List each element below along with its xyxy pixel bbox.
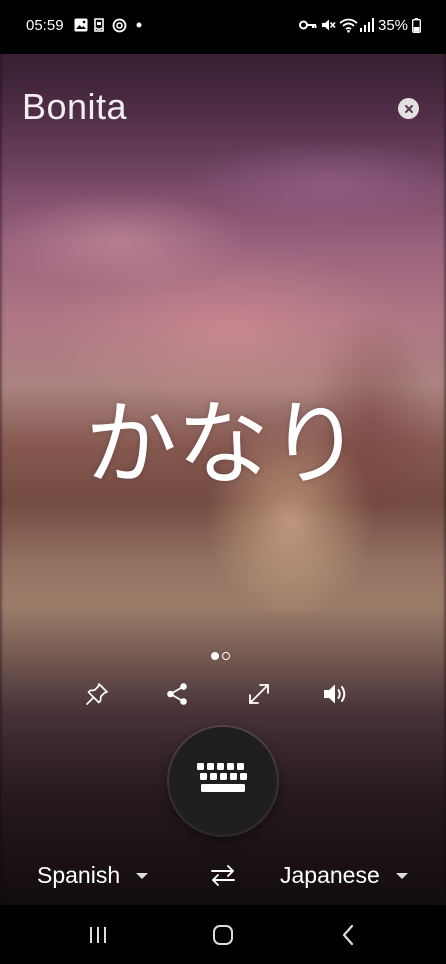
battery-icon (411, 17, 421, 33)
home-button[interactable] (203, 919, 243, 951)
screen: 05:59 35% Bonita かなり Spanish Japanese (0, 0, 446, 964)
keyboard-icon (197, 763, 247, 792)
status-time: 05:59 (26, 17, 64, 34)
recents-icon (90, 927, 106, 943)
source-language-select[interactable]: Spanish (37, 858, 149, 892)
close-icon (404, 104, 413, 113)
amazon-icon (91, 17, 107, 33)
share-button[interactable] (162, 679, 192, 709)
wifi-icon (338, 17, 358, 33)
sync-icon (111, 17, 127, 33)
chevron-down-icon (395, 873, 408, 879)
close-button[interactable] (398, 98, 419, 119)
target-language-label: Japanese (280, 861, 380, 888)
battery-percentage: 35% (378, 17, 409, 34)
source-text: Bonita (22, 86, 128, 127)
speak-button[interactable] (321, 679, 351, 709)
fullscreen-button[interactable] (244, 679, 274, 709)
source-language-label: Spanish (37, 861, 121, 888)
page-indicator (211, 652, 230, 660)
gallery-icon (73, 17, 89, 33)
recents-button[interactable] (78, 919, 118, 951)
speaker-icon (324, 684, 346, 704)
page-dot-active (211, 652, 219, 660)
back-icon (342, 924, 354, 946)
home-icon (213, 925, 233, 945)
share-icon (167, 683, 187, 705)
swap-icon (211, 865, 235, 886)
navigation-bar (0, 905, 446, 964)
signal-icon (359, 17, 375, 33)
chevron-down-icon (136, 873, 149, 879)
pin-icon (86, 683, 108, 705)
dot-icon (134, 17, 144, 33)
keyboard-button[interactable] (169, 727, 277, 835)
page-dot-inactive (222, 652, 230, 660)
swap-languages-button[interactable] (208, 860, 238, 890)
mute-icon (320, 17, 336, 33)
target-language-select[interactable]: Japanese (280, 858, 408, 892)
pin-button[interactable] (82, 679, 112, 709)
vpn-key-icon (299, 17, 317, 33)
back-button[interactable] (328, 919, 368, 951)
translation-text: かなり (84, 391, 361, 498)
status-bar: 05:59 35% (0, 0, 446, 54)
expand-icon (249, 684, 269, 704)
